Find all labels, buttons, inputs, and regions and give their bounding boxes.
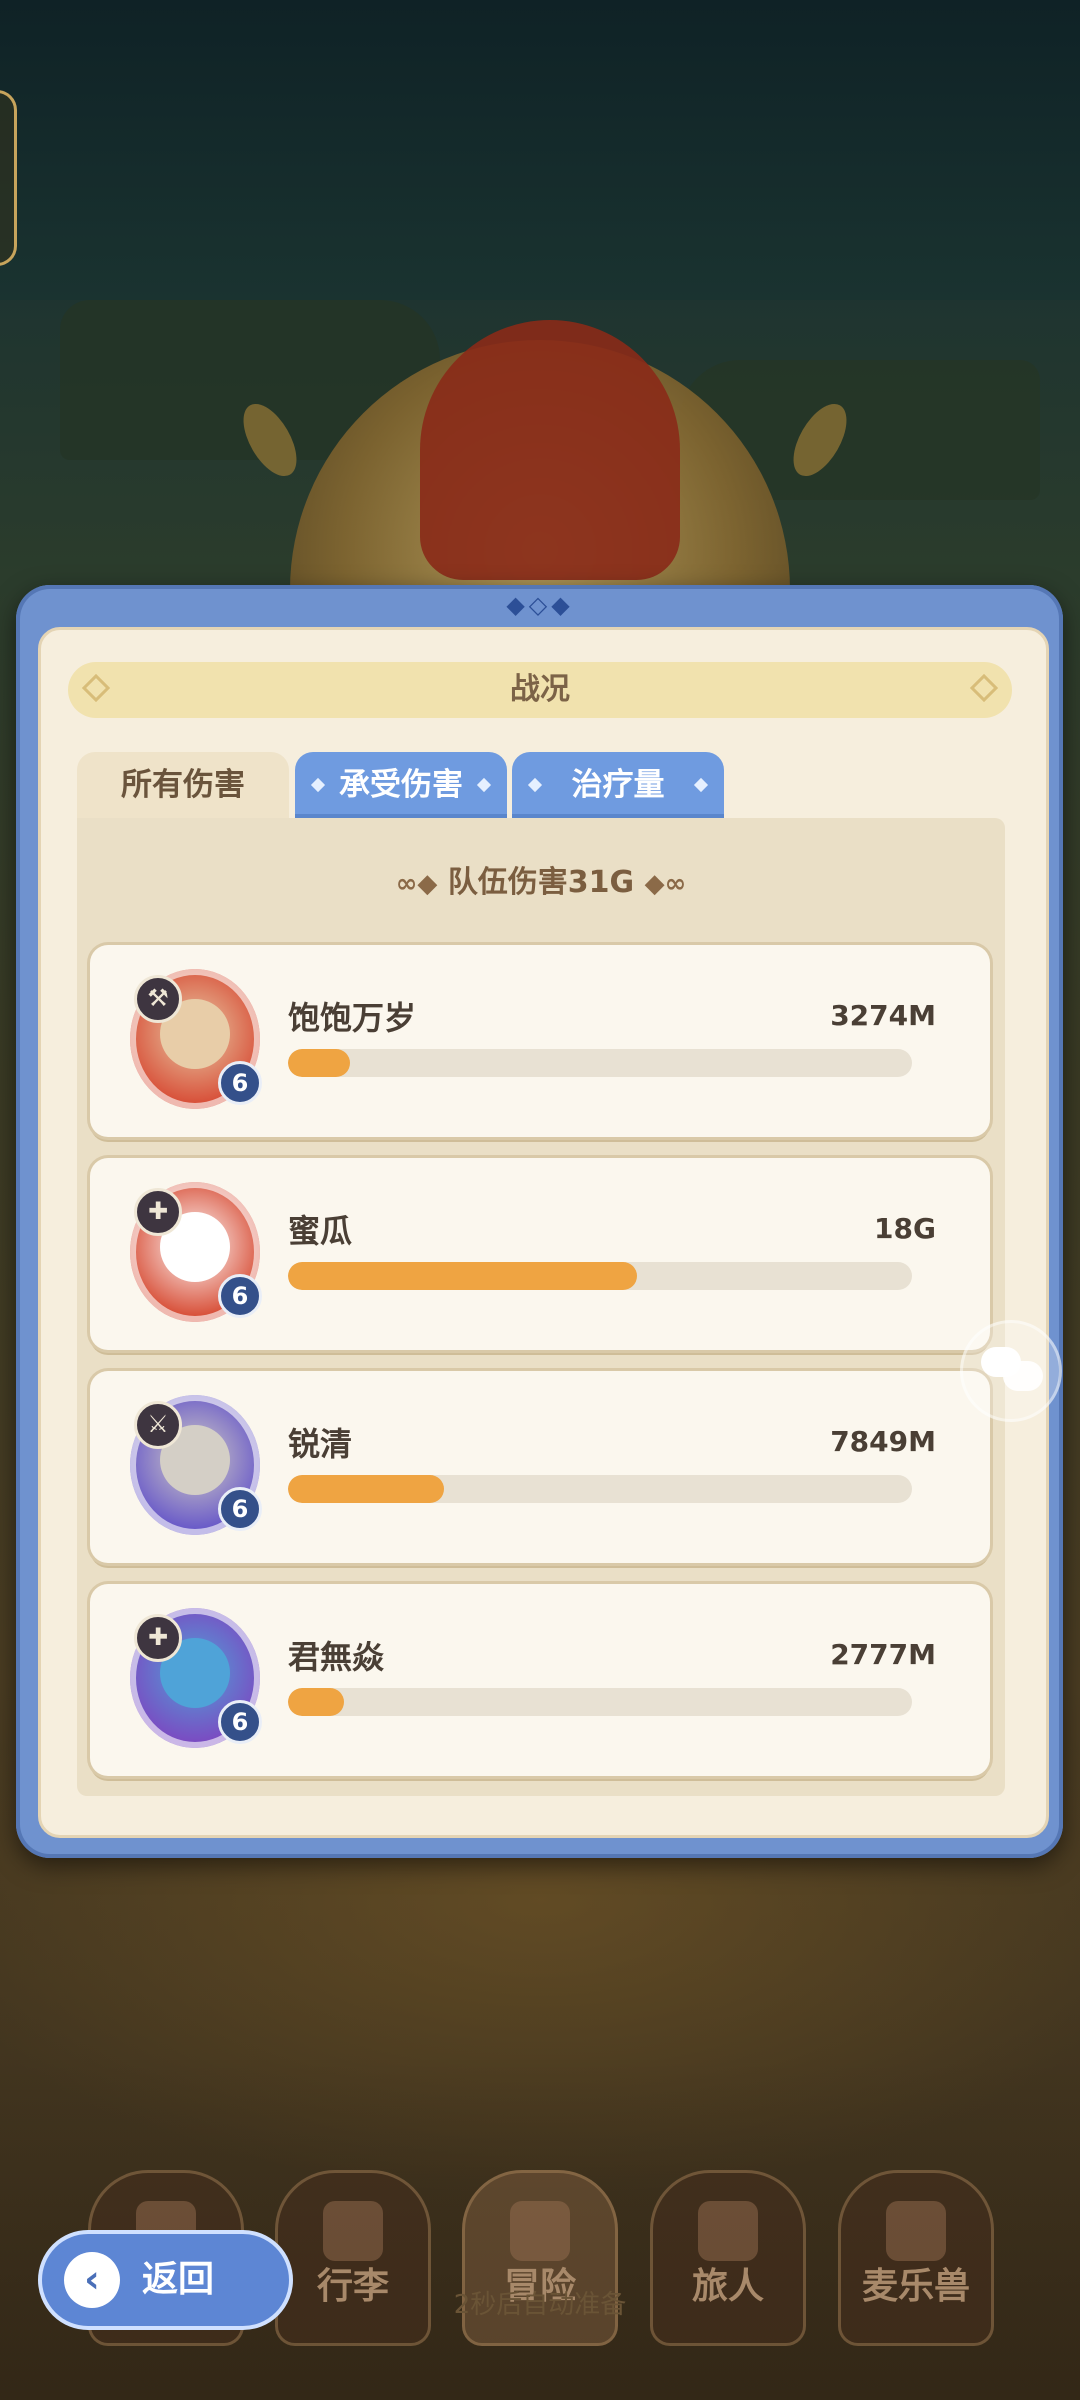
chest-icon: [323, 2201, 383, 2261]
level-badge: 6: [218, 1061, 262, 1105]
side-tab-handle[interactable]: [0, 90, 17, 266]
beast-icon: [886, 2201, 946, 2261]
avatar: ⚔ 6: [130, 1395, 262, 1535]
level-badge: 6: [218, 1274, 262, 1318]
member-name: 饱饱万岁: [288, 999, 417, 1037]
damage-value: 2777M: [830, 1638, 936, 1671]
team-total: ∞◆ 队伍伤害31G ◆∞: [77, 858, 1005, 908]
ornament-right-icon: ◆∞: [644, 869, 687, 899]
creature-silhouette: [420, 320, 680, 580]
nav-luggage[interactable]: 行李: [275, 2170, 431, 2346]
ornament-left-icon: ∞◆: [395, 869, 438, 899]
damage-value: 7849M: [830, 1425, 936, 1458]
level-badge: 6: [218, 1700, 262, 1744]
tab-label: 承受伤害: [339, 767, 463, 803]
cross-shield-icon: ✚: [134, 1614, 182, 1662]
member-card[interactable]: ✚ 6 君無焱 2777M: [90, 1584, 990, 1776]
chat-button[interactable]: [960, 1320, 1062, 1422]
damage-bar: [288, 1475, 912, 1503]
member-card[interactable]: ✚ 6 蜜瓜 18G: [90, 1158, 990, 1350]
damage-bar: [288, 1049, 912, 1077]
damage-bar-fill: [288, 1049, 351, 1077]
member-name: 君無焱: [288, 1638, 385, 1676]
back-button[interactable]: ‹ 返回: [38, 2230, 293, 2330]
damage-value: 18G: [874, 1212, 936, 1245]
damage-bar: [288, 1688, 912, 1716]
title-bar: 战况: [68, 662, 1012, 718]
member-card[interactable]: ⚔ 6 锐清 7849M: [90, 1371, 990, 1563]
nav-traveler[interactable]: 旅人: [650, 2170, 806, 2346]
nav-beast[interactable]: 麦乐兽: [838, 2170, 994, 2346]
nav-label: 行李: [316, 2266, 389, 2307]
diamond-icon: [476, 777, 492, 793]
team-total-label: 队伍伤害31G: [447, 865, 635, 900]
tab-label: 所有伤害: [121, 767, 245, 803]
member-name: 锐清: [288, 1425, 353, 1463]
damage-value: 3274M: [830, 999, 936, 1032]
avatar: ⚒ 6: [130, 969, 262, 1109]
dialog-title: 战况: [510, 672, 570, 707]
member-name: 蜜瓜: [288, 1212, 353, 1250]
avatar: ✚ 6: [130, 1608, 262, 1748]
crossed-swords-icon: [510, 2201, 570, 2261]
damage-bar-fill: [288, 1262, 638, 1290]
tab-healing[interactable]: 治疗量: [512, 752, 724, 818]
level-badge: 6: [218, 1487, 262, 1531]
nav-label: 麦乐兽: [861, 2266, 970, 2307]
tab-label: 治疗量: [571, 767, 665, 803]
traveler-icon: [698, 2201, 758, 2261]
sky: [0, 0, 1080, 300]
auto-ready-countdown: 2秒后自动准备: [453, 2290, 627, 2320]
pickaxe-icon: ⚒: [134, 975, 182, 1023]
member-card[interactable]: ⚒ 6 饱饱万岁 3274M: [90, 945, 990, 1137]
chevron-left-icon: ‹: [64, 2252, 120, 2308]
tab-all-damage[interactable]: 所有伤害: [77, 752, 289, 818]
swords-icon: ⚔: [134, 1401, 182, 1449]
back-label: 返回: [142, 2259, 215, 2300]
damage-bar-fill: [288, 1475, 444, 1503]
diamond-icon: [527, 777, 543, 793]
chat-bubble-icon: [1003, 1361, 1043, 1391]
tab-damage-taken[interactable]: 承受伤害: [295, 752, 507, 818]
diamond-icon: [310, 777, 326, 793]
damage-bar-fill: [288, 1688, 345, 1716]
ornament-icon: ◆◇◆: [506, 591, 574, 619]
diamond-icon: [693, 777, 709, 793]
avatar: ✚ 6: [130, 1182, 262, 1322]
damage-bar: [288, 1262, 912, 1290]
nav-label: 旅人: [691, 2266, 764, 2307]
cross-shield-icon: ✚: [134, 1188, 182, 1236]
